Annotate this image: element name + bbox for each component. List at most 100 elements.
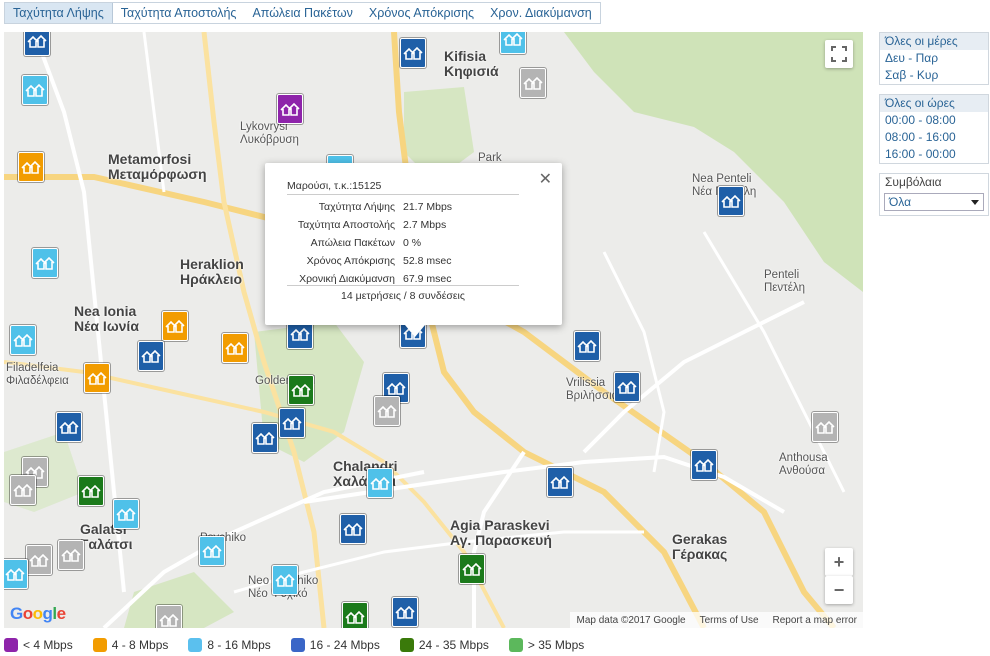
fullscreen-button[interactable] (825, 40, 853, 68)
measurement-marker[interactable] (367, 468, 393, 498)
days-filter: Όλες οι μέρες Δευ - Παρ Σαβ - Κυρ (879, 32, 989, 85)
contracts-filter: Συμβόλαια Όλα (879, 173, 989, 216)
measurement-marker[interactable] (342, 602, 368, 628)
legend-swatch (188, 638, 203, 652)
measurement-marker[interactable] (162, 311, 188, 341)
measurement-marker[interactable] (520, 68, 546, 98)
measurement-marker[interactable] (26, 545, 52, 575)
hours-filter-day[interactable]: 08:00 - 16:00 (880, 129, 988, 146)
measurement-marker[interactable] (222, 333, 248, 363)
tab-jitter[interactable]: Χρον. Διακύμανση (482, 3, 600, 23)
measurement-marker[interactable] (199, 536, 225, 566)
tab-upload-speed[interactable]: Ταχύτητα Αποστολής (113, 3, 245, 23)
popup-footer: 14 μετρήσεις / 8 συνδέσεις (287, 285, 519, 302)
days-filter-weekend[interactable]: Σαβ - Κυρ (880, 67, 988, 84)
measurement-marker[interactable] (78, 476, 104, 506)
zoom-out-button[interactable]: − (825, 576, 853, 604)
measurement-marker[interactable] (614, 372, 640, 402)
metric-tabs: Ταχύτητα Λήψης Ταχύτητα Αποστολής Απώλει… (4, 2, 601, 24)
house-icon (503, 32, 523, 46)
chevron-down-icon (971, 200, 979, 205)
zoom-in-button[interactable]: + (825, 548, 853, 576)
house-icon (13, 333, 33, 347)
measurement-marker[interactable] (84, 363, 110, 393)
house-icon (523, 76, 543, 90)
table-row: Ταχύτητα Αποστολής 2.7 Mbps (297, 219, 447, 231)
popup-metrics-table: Ταχύτητα Λήψης 21.7 Mbps Ταχύτητα Αποστολ… (287, 198, 519, 288)
measurement-marker[interactable] (574, 331, 600, 361)
measurement-marker[interactable] (340, 514, 366, 544)
measurement-marker[interactable] (288, 375, 314, 405)
tab-download-speed[interactable]: Ταχύτητα Λήψης (5, 3, 113, 23)
measurement-marker[interactable] (272, 565, 298, 595)
place-label-kifisia: Kifisia Κηφισιά (444, 48, 499, 79)
measurement-marker[interactable] (58, 540, 84, 570)
house-icon (21, 160, 41, 174)
measurement-marker[interactable] (156, 605, 182, 628)
measurement-marker[interactable] (24, 32, 50, 56)
measurement-marker[interactable] (113, 499, 139, 529)
measurement-marker[interactable] (252, 423, 278, 453)
house-icon (165, 319, 185, 333)
measurement-marker[interactable] (138, 341, 164, 371)
measurement-marker[interactable] (18, 152, 44, 182)
map-data-credit: Map data ©2017 Google (576, 614, 686, 626)
days-filter-all[interactable]: Όλες οι μέρες (880, 33, 988, 50)
measurement-marker[interactable] (10, 475, 36, 505)
house-icon (81, 484, 101, 498)
house-icon (403, 46, 423, 60)
measurement-marker[interactable] (10, 325, 36, 355)
measurement-marker[interactable] (812, 412, 838, 442)
hours-filter-night[interactable]: 00:00 - 08:00 (880, 112, 988, 129)
house-icon (462, 562, 482, 576)
legend-item: 24 - 35 Mbps (399, 638, 489, 652)
measurement-marker[interactable] (279, 408, 305, 438)
house-icon (815, 420, 835, 434)
measurement-marker[interactable] (32, 248, 58, 278)
measurement-marker[interactable] (392, 597, 418, 627)
legend-item: < 4 Mbps (4, 638, 73, 652)
tab-latency[interactable]: Χρόνος Απόκρισης (361, 3, 482, 23)
measurement-marker[interactable] (400, 38, 426, 68)
legend-swatch (508, 638, 523, 652)
report-map-error-link[interactable]: Report a map error (773, 615, 857, 626)
contracts-select[interactable]: Όλα (884, 193, 984, 211)
house-icon (141, 349, 161, 363)
table-row: Ταχύτητα Λήψης 21.7 Mbps (318, 201, 453, 213)
house-icon (35, 256, 55, 270)
house-icon (255, 431, 275, 445)
measurement-marker[interactable] (56, 412, 82, 442)
table-row: Απώλεια Πακέτων 0 % (310, 237, 422, 249)
days-filter-weekdays[interactable]: Δευ - Παρ (880, 50, 988, 67)
place-label-anthousa: Anthousa Ανθούσα (779, 452, 828, 477)
hours-filter-evening[interactable]: 16:00 - 00:00 (880, 146, 988, 163)
house-icon (275, 573, 295, 587)
popup-title: Μαρούσι, τ.κ.:15125 (287, 180, 519, 195)
tab-packet-loss[interactable]: Απώλεια Πακέτων (244, 3, 360, 23)
measurement-marker[interactable] (459, 554, 485, 584)
measurement-marker[interactable] (22, 75, 48, 105)
fullscreen-icon (831, 46, 847, 62)
house-icon (13, 483, 33, 497)
terms-of-use-link[interactable]: Terms of Use (700, 615, 759, 626)
place-label-agia-paraskevi: Agia Paraskevi Αγ. Παρασκευή (450, 517, 552, 548)
hours-filter-all[interactable]: Όλες οι ώρες (880, 95, 988, 112)
close-icon[interactable]: ✕ (539, 169, 552, 189)
measurement-marker[interactable] (718, 186, 744, 216)
legend-item: 4 - 8 Mbps (92, 638, 168, 652)
map-canvas[interactable]: Kifisia Κηφισιά Metamorfosi Μεταμόρφωση He… (4, 32, 863, 628)
house-icon (370, 476, 390, 490)
measurement-marker[interactable] (691, 450, 717, 480)
house-icon (61, 548, 81, 562)
measurement-marker[interactable] (277, 94, 303, 124)
house-icon (25, 83, 45, 97)
house-icon (87, 371, 107, 385)
house-icon (345, 610, 365, 624)
measurement-marker[interactable] (374, 396, 400, 426)
legend-swatch (399, 638, 414, 652)
measurement-marker[interactable] (4, 559, 28, 589)
house-icon (290, 327, 310, 341)
measurement-marker[interactable] (500, 32, 526, 54)
contracts-select-value: Όλα (889, 195, 912, 209)
measurement-marker[interactable] (547, 467, 573, 497)
